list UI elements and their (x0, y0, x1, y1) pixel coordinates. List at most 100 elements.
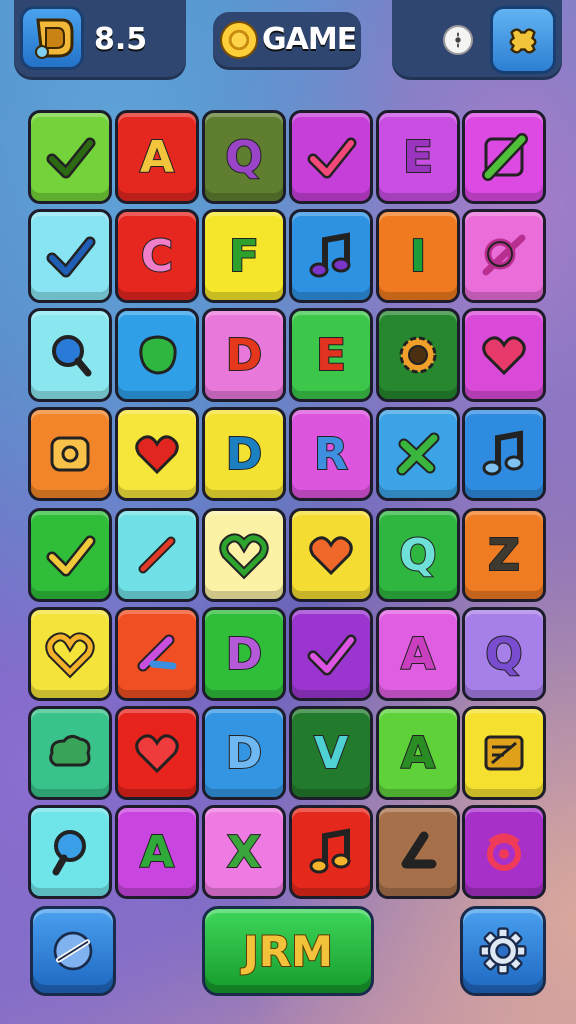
game-tile[interactable] (462, 110, 546, 204)
game-tile[interactable]: I (376, 209, 460, 303)
main-action-label: JRM (242, 926, 334, 977)
score-value: 8.5 (94, 22, 148, 57)
brush-icon (137, 634, 177, 672)
logo-icon (35, 18, 74, 59)
heart-outline-icon (45, 632, 95, 679)
game-tile[interactable]: D (202, 407, 286, 501)
game-tile[interactable] (376, 407, 460, 501)
tile-letter: Z (487, 529, 521, 582)
pencil-icon (138, 536, 176, 574)
game-tile[interactable]: Q (376, 508, 460, 602)
game-tile[interactable]: C (115, 209, 199, 303)
main-action-button[interactable]: JRM (202, 906, 374, 996)
game-tile[interactable]: D (202, 607, 286, 701)
game-tile[interactable] (115, 308, 199, 402)
game-tile[interactable]: Z (462, 508, 546, 602)
menu-button[interactable] (490, 6, 556, 74)
music-note-icon (482, 430, 524, 476)
game-tile[interactable]: F (202, 209, 286, 303)
tile-letter: I (409, 230, 427, 283)
tile-letter: R (313, 428, 349, 481)
magnifier-icon (52, 830, 86, 876)
game-tile[interactable]: A (115, 805, 199, 899)
game-tile[interactable] (115, 706, 199, 800)
tile-letter: D (225, 329, 264, 382)
game-tile[interactable]: A (115, 110, 199, 204)
tile-letter: C (140, 230, 174, 283)
game-tile[interactable]: Q (202, 110, 286, 204)
tile-letter: F (228, 230, 260, 283)
slash-icon (482, 133, 528, 181)
game-tile[interactable] (462, 209, 546, 303)
tile-letter: V (313, 727, 349, 780)
tile-letter: A (139, 131, 175, 184)
game-tile[interactable] (462, 308, 546, 402)
shuffle-icon (53, 931, 93, 971)
game-tile[interactable] (115, 407, 199, 501)
game-tile[interactable]: V (289, 706, 373, 800)
game-title: GAME (262, 22, 357, 57)
game-tile[interactable]: R (289, 407, 373, 501)
game-tile[interactable]: Q (462, 607, 546, 701)
game-tile[interactable]: D (202, 308, 286, 402)
tile-letter: X (226, 826, 262, 879)
game-tile[interactable]: E (376, 110, 460, 204)
tile-letter: Q (398, 529, 437, 582)
game-tile[interactable] (289, 209, 373, 303)
game-tile[interactable] (462, 706, 546, 800)
game-tile[interactable] (115, 607, 199, 701)
game-tile[interactable] (462, 407, 546, 501)
top-bar: 8.5 GAME (0, 0, 576, 90)
music-note-icon (309, 828, 351, 874)
game-tile[interactable] (202, 508, 286, 602)
game-tile[interactable] (289, 607, 373, 701)
game-tile[interactable]: A (376, 706, 460, 800)
profile-logo-button[interactable] (20, 6, 84, 70)
game-tile[interactable] (28, 805, 112, 899)
game-tile[interactable] (376, 805, 460, 899)
game-tile[interactable] (28, 209, 112, 303)
tile-letter: D (225, 628, 264, 681)
game-tile[interactable] (115, 508, 199, 602)
music-note-icon (309, 232, 351, 278)
tile-letter: E (315, 329, 347, 382)
game-tile[interactable] (376, 308, 460, 402)
tile-letter: A (400, 727, 436, 780)
game-tile[interactable] (289, 110, 373, 204)
pretzel-icon (50, 436, 90, 472)
game-tile[interactable]: A (376, 607, 460, 701)
knot-icon (482, 234, 526, 276)
game-tile[interactable] (289, 805, 373, 899)
tile-letter: A (400, 628, 436, 681)
settings-button[interactable] (460, 906, 546, 996)
game-tile[interactable]: E (289, 308, 373, 402)
angle-icon (401, 831, 437, 869)
hint-icon (455, 32, 461, 48)
game-tile[interactable]: X (202, 805, 286, 899)
gear-icon (399, 336, 437, 374)
game-tile[interactable] (289, 508, 373, 602)
tile-letter: Q (484, 628, 523, 681)
hint-button[interactable] (443, 25, 473, 55)
game-tile[interactable]: D (202, 706, 286, 800)
game-tile[interactable] (28, 706, 112, 800)
tile-letter: Q (224, 131, 263, 184)
heart-icon (482, 336, 526, 376)
heart-icon (135, 734, 179, 774)
game-tile[interactable] (462, 805, 546, 899)
check-icon (46, 535, 96, 577)
blob-icon (139, 335, 177, 375)
game-tile[interactable] (28, 110, 112, 204)
game-tile[interactable] (28, 508, 112, 602)
game-tile[interactable] (28, 607, 112, 701)
heart-outline-icon (219, 533, 269, 580)
heart-icon (135, 435, 179, 475)
tile-letter: E (402, 131, 434, 184)
game-tile[interactable] (28, 407, 112, 501)
tile-letter: D (225, 428, 264, 481)
shuffle-button[interactable] (30, 906, 116, 996)
game-tile[interactable] (28, 308, 112, 402)
gear-icon (479, 927, 527, 975)
tile-letter: A (139, 826, 175, 879)
check-icon (46, 137, 96, 179)
